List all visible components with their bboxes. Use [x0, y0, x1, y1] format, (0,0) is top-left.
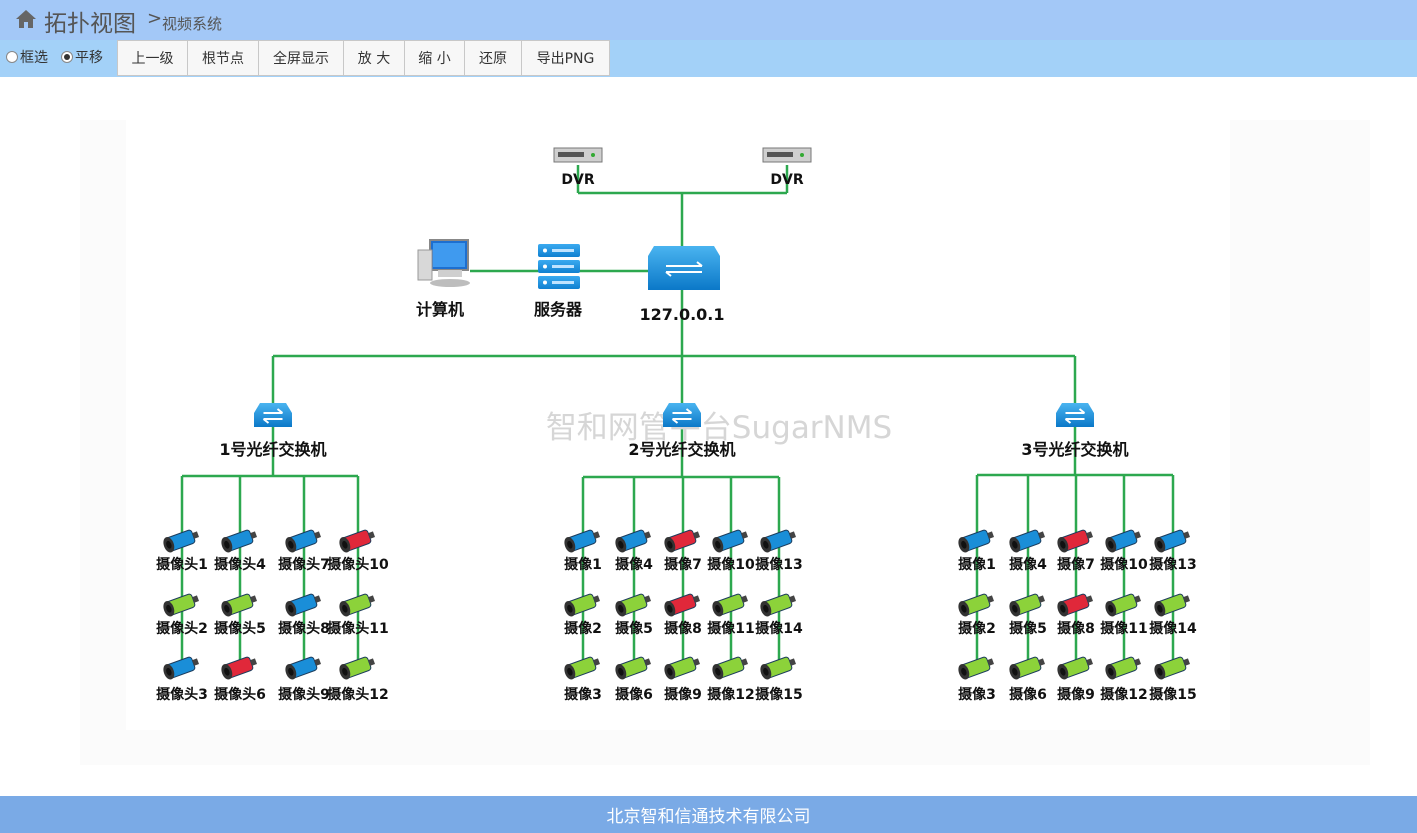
camera-label-1-10: 摄像头10: [327, 556, 389, 573]
radio-pan-label: 平移: [75, 50, 103, 66]
server-slot-1: [552, 249, 574, 252]
camera-label-3-1: 摄像1: [958, 556, 996, 573]
camera-label-1-12: 摄像头12: [327, 686, 388, 703]
dvr-1[interactable]: [553, 147, 603, 163]
topology-svg[interactable]: 智和网管平台SugarNMS DVR DVR计算机 服务器 127.0.0.11号光纤…: [0, 77, 1417, 796]
camera-label-2-10: 摄像10: [707, 556, 755, 573]
camera-label-3-4: 摄像4: [1009, 556, 1047, 573]
camera-label-3-13: 摄像13: [1149, 556, 1196, 573]
camera-label-3-7: 摄像7: [1057, 556, 1095, 573]
root-node-button[interactable]: 根节点: [188, 40, 259, 76]
core-switch-icon-body: [648, 246, 720, 290]
server-led-3: [543, 280, 547, 285]
computer-screen-glow: [433, 243, 465, 267]
breadcrumb-separator: >: [147, 8, 163, 29]
server-slot-3: [552, 281, 574, 284]
computer-keyboard: [430, 279, 470, 287]
computer-tower: [417, 249, 433, 281]
radio-pan-indicator[interactable]: [61, 51, 73, 63]
fullscreen-button[interactable]: 全屏显示: [259, 40, 344, 76]
dvr-label-1: DVR: [561, 172, 594, 188]
radio-box-select-indicator[interactable]: [6, 51, 18, 63]
home-icon[interactable]: [15, 9, 37, 29]
camera-label-1-1: 摄像头1: [156, 556, 208, 573]
dvr-2-slot: [767, 152, 793, 157]
dvr-1-led: [591, 153, 595, 157]
camera-label-2-9: 摄像9: [664, 686, 702, 703]
zoom-in-button[interactable]: 放 大: [344, 40, 405, 76]
switch-1-label: 1号光纤交换机: [219, 440, 326, 459]
computer-stand: [438, 270, 462, 277]
server-icon[interactable]: [538, 244, 580, 289]
camera-label-1-11: 摄像头11: [327, 620, 388, 637]
camera-label-3-8: 摄像8: [1057, 620, 1095, 637]
camera-label-3-6: 摄像6: [1009, 686, 1047, 703]
camera-label-2-1: 摄像1: [564, 556, 602, 573]
camera-label-1-5: 摄像头5: [214, 620, 266, 637]
camera-label-2-4: 摄像4: [615, 556, 653, 573]
radio-pan[interactable]: 平移: [61, 47, 103, 67]
switch-1-icon-body: [254, 403, 292, 427]
core-switch-label: 127.0.0.1: [639, 305, 724, 324]
camera-label-1-2: 摄像头2: [156, 620, 208, 637]
server-slot-2: [552, 265, 574, 268]
camera-label-2-3: 摄像3: [564, 686, 602, 703]
core-switch-icon[interactable]: [648, 246, 720, 290]
dvr-2[interactable]: [762, 147, 812, 163]
camera-label-1-3: 摄像头3: [156, 686, 208, 703]
server-label: 服务器: [534, 300, 583, 319]
camera-label-3-14: 摄像14: [1149, 620, 1197, 637]
server-led-2: [543, 264, 547, 269]
camera-label-3-15: 摄像15: [1149, 686, 1196, 703]
camera-label-3-12: 摄像12: [1100, 686, 1147, 703]
switch-2-label: 2号光纤交换机: [628, 440, 735, 459]
computer-label: 计算机: [416, 300, 464, 319]
export-png-button[interactable]: 导出PNG: [522, 40, 610, 76]
camera-label-2-7: 摄像7: [664, 556, 702, 573]
radio-box-select[interactable]: 框选: [6, 47, 48, 67]
switch-3-icon-body: [1056, 403, 1094, 427]
camera-label-1-9: 摄像头9: [278, 686, 330, 703]
camera-label-3-3: 摄像3: [958, 686, 996, 703]
camera-label-2-2: 摄像2: [564, 620, 602, 637]
server-led-1: [543, 248, 547, 253]
camera-label-1-4: 摄像头4: [214, 556, 266, 573]
footer: 北京智和信通技术有限公司: [0, 796, 1417, 833]
breadcrumb-current: 视频系统: [162, 15, 223, 33]
switch-2-icon-body: [663, 403, 701, 427]
camera-label-2-11: 摄像11: [707, 620, 754, 637]
camera-label-2-8: 摄像8: [664, 620, 702, 637]
dvr-2-led: [800, 153, 804, 157]
camera-label-2-5: 摄像5: [615, 620, 653, 637]
switch-2-icon[interactable]: [663, 403, 701, 427]
radio-box-select-label: 框选: [20, 50, 48, 66]
dvr-label-2: DVR: [770, 172, 803, 188]
camera-label-3-2: 摄像2: [958, 620, 996, 637]
dvr-1-slot: [558, 152, 584, 157]
camera-label-2-13: 摄像13: [755, 556, 802, 573]
camera-label-2-6: 摄像6: [615, 686, 653, 703]
switch-3-icon[interactable]: [1056, 403, 1094, 427]
camera-label-3-5: 摄像5: [1009, 620, 1047, 637]
camera-label-3-9: 摄像9: [1057, 686, 1095, 703]
camera-label-1-7: 摄像头7: [278, 556, 330, 573]
up-level-button[interactable]: 上一级: [117, 40, 188, 76]
switch-3-label: 3号光纤交换机: [1021, 440, 1128, 459]
camera-label-2-15: 摄像15: [755, 686, 802, 703]
camera-label-1-6: 摄像头6: [214, 686, 266, 703]
camera-label-2-12: 摄像12: [707, 686, 754, 703]
title-bar: 拓扑视图 > 视频系统: [0, 0, 1417, 40]
topology-canvas[interactable]: 智和网管平台SugarNMS DVR DVR 计算机 服务器 127.0.0.1 1号光纤…: [0, 77, 1417, 796]
page-title: 拓扑视图: [44, 11, 136, 37]
camera-label-1-8: 摄像头8: [278, 620, 330, 637]
camera-label-3-11: 摄像11: [1100, 620, 1147, 637]
camera-label-2-14: 摄像14: [755, 620, 803, 637]
toolbar-buttons: 上一级 根节点 全屏显示 放 大 缩 小 还原 导出PNG: [117, 40, 610, 76]
switch-1-icon[interactable]: [254, 403, 292, 427]
zoom-out-button[interactable]: 缩 小: [405, 40, 465, 76]
camera-label-3-10: 摄像10: [1100, 556, 1148, 573]
restore-button[interactable]: 还原: [465, 40, 522, 76]
